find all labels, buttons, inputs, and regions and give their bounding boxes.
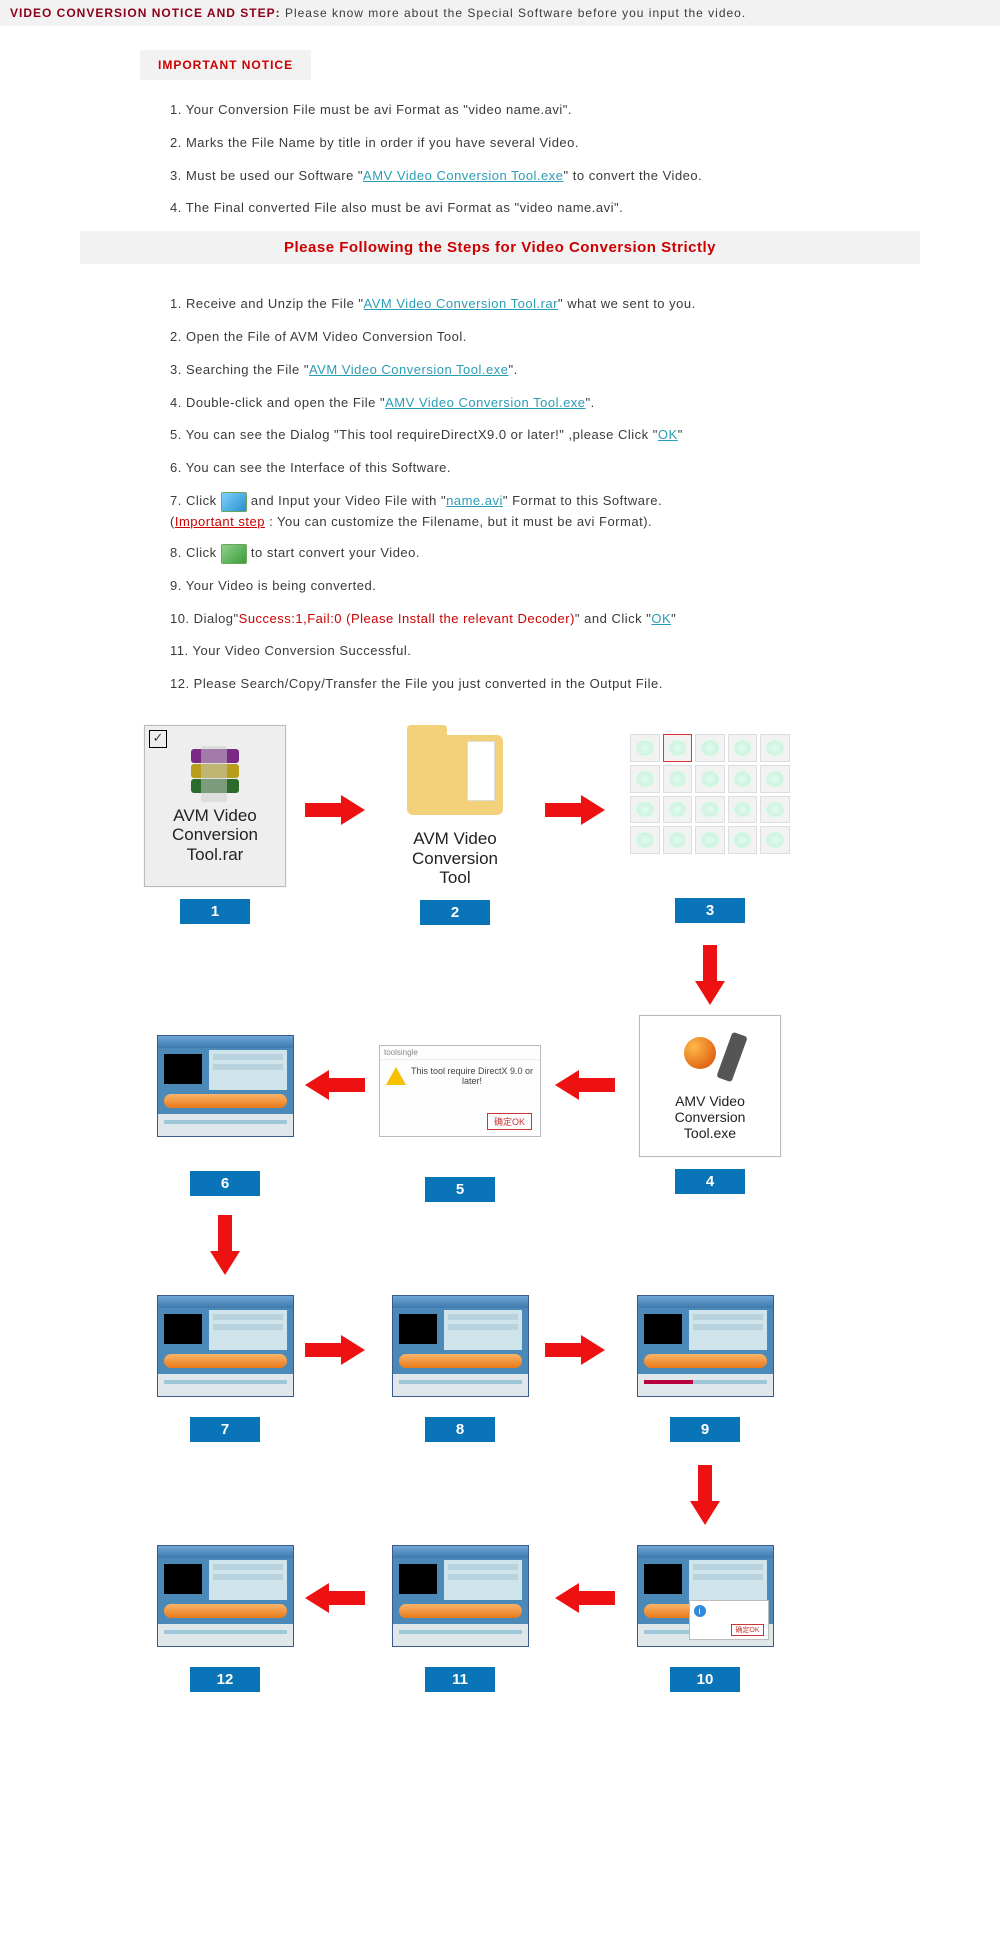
rar-icon [185,748,245,804]
step-11: 11. Your Video Conversion Successful. [170,641,1000,662]
step-7: 7. Click and Input your Video File with … [170,491,1000,531]
notice-list: 1. Your Conversion File must be avi Form… [170,100,1000,219]
app-window-icon [392,1295,529,1397]
app-window-icon [157,1295,294,1397]
warning-icon [386,1067,406,1085]
step-5: 5. You can see the Dialog "This tool req… [170,425,1000,446]
diagram-step-5: toolsingle This tool require DirectX 9.0… [375,1045,545,1202]
num-3: 3 [675,898,745,923]
arrow-down-icon [210,1215,240,1275]
notice-2: 2. Marks the File Name by title in order… [170,133,1000,154]
app-window-icon [157,1035,294,1137]
step-4: 4. Double-click and open the File "AMV V… [170,393,1000,414]
file-grid-icon [626,730,794,858]
step-2: 2. Open the File of AVM Video Conversion… [170,327,1000,348]
steps-banner: Please Following the Steps for Video Con… [80,231,920,264]
notice-3: 3. Must be used our Software "AMV Video … [170,166,1000,187]
step-6: 6. You can see the Interface of this Sof… [170,458,1000,479]
arrow-right-icon [545,795,605,825]
steps-list: 1. Receive and Unzip the File "AVM Video… [170,294,1000,695]
exe-link-1[interactable]: AVM Video Conversion Tool.exe [309,362,509,377]
avi-name-link[interactable]: name.avi [446,493,503,508]
notice-4: 4. The Final converted File also must be… [170,198,1000,219]
exe-link-2[interactable]: AMV Video Conversion Tool.exe [385,395,585,410]
diagram-step-2: AVM Video Conversion Tool 2 [380,725,530,925]
success-fail-text: Success:1,Fail:0 (Please Install the rel… [239,611,575,626]
messagebox-icon: toolsingle This tool require DirectX 9.0… [379,1045,541,1137]
num-10: 10 [670,1667,740,1692]
app-window-icon: i确定OK [637,1545,774,1647]
num-2: 2 [420,900,490,925]
rar-label: AVM Video Conversion Tool.rar [172,806,258,865]
exe-icon [680,1031,740,1087]
arrow-left-icon [555,1583,615,1613]
diagram-step-8: 8 [385,1295,535,1442]
folder-label: AVM Video Conversion Tool [380,829,530,888]
arrow-right-icon [305,1335,365,1365]
num-12: 12 [190,1667,260,1692]
arrow-right-icon [545,1335,605,1365]
num-4: 4 [675,1169,745,1194]
num-11: 11 [425,1667,495,1692]
diagram-step-12: 12 [150,1545,300,1692]
num-8: 8 [425,1417,495,1442]
ok-link-1[interactable]: OK [658,427,678,442]
important-step-label: Important step [175,514,265,529]
diagram-step-3: 3 [620,730,800,923]
arrow-left-icon [555,1070,615,1100]
num-6: 6 [190,1171,260,1196]
notice-header-bar: VIDEO CONVERSION NOTICE AND STEP: Please… [0,0,1000,26]
convert-icon [221,544,247,564]
ok-button: 确定OK [487,1113,532,1130]
step-3: 3. Searching the File "AVM Video Convers… [170,360,1000,381]
arrow-down-icon [690,1465,720,1525]
num-1: 1 [180,899,250,924]
num-5: 5 [425,1177,495,1202]
diagram-step-9: 9 [630,1295,780,1442]
diagram-step-4: AMV Video Conversion Tool.exe 4 [630,1015,790,1194]
notice-subtitle: Please know more about the Special Softw… [285,6,746,20]
diagram-step-1: ✓ AVM Video Conversion Tool.rar 1 [140,725,290,924]
app-window-icon [392,1545,529,1647]
num-7: 7 [190,1417,260,1442]
step-12: 12. Please Search/Copy/Transfer the File… [170,674,1000,695]
important-notice-badge: IMPORTANT NOTICE [140,50,311,80]
arrow-left-icon [305,1583,365,1613]
input-file-icon [221,492,247,512]
rar-link[interactable]: AVM Video Conversion Tool.rar [364,296,558,311]
exe-label: AMV Video Conversion Tool.exe [675,1093,746,1141]
step-1: 1. Receive and Unzip the File "AVM Video… [170,294,1000,315]
ok-link-2[interactable]: OK [651,611,671,626]
folder-icon [407,735,503,815]
step-10: 10. Dialog"Success:1,Fail:0 (Please Inst… [170,609,1000,630]
arrow-right-icon [305,795,365,825]
diagram-step-11: 11 [385,1545,535,1692]
arrow-left-icon [305,1070,365,1100]
amv-tool-link[interactable]: AMV Video Conversion Tool.exe [363,168,563,183]
num-9: 9 [670,1417,740,1442]
diagram-step-10: i确定OK 10 [630,1545,780,1692]
info-dialog-icon: i确定OK [689,1600,769,1640]
diagram-step-6: 6 [150,1035,300,1196]
flow-diagram: ✓ AVM Video Conversion Tool.rar 1 AVM Vi… [130,725,870,1905]
step-8: 8. Click to start convert your Video. [170,543,1000,564]
check-icon: ✓ [149,730,167,748]
diagram-step-7: 7 [150,1295,300,1442]
step-9: 9. Your Video is being converted. [170,576,1000,597]
app-window-icon [157,1545,294,1647]
app-window-icon [637,1295,774,1397]
notice-title: VIDEO CONVERSION NOTICE AND STEP: [10,6,281,20]
notice-1: 1. Your Conversion File must be avi Form… [170,100,1000,121]
arrow-down-icon [695,945,725,1005]
